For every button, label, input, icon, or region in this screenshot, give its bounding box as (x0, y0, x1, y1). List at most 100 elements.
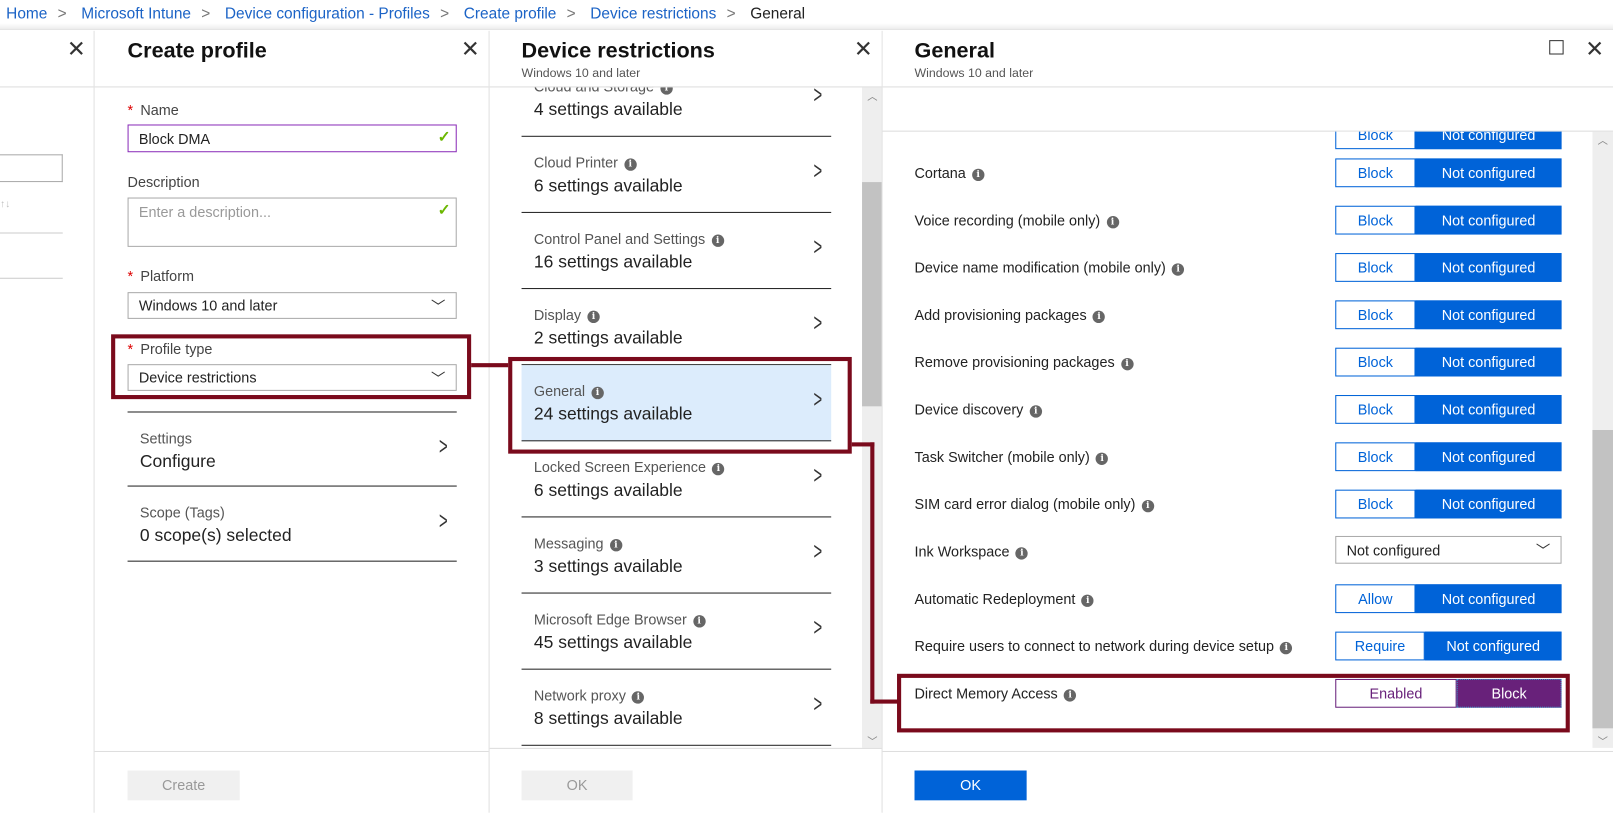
scrollbar-thumb[interactable] (862, 182, 882, 407)
toggle-option-require[interactable]: Require (1335, 631, 1425, 661)
setting-label: Device discovery i (915, 401, 1042, 418)
toggle-option-not-configured[interactable]: Not configured (1415, 442, 1562, 472)
ok-button[interactable]: OK (914, 770, 1027, 801)
maximize-icon[interactable] (1549, 40, 1564, 55)
toggle-option-allow[interactable]: Allow (1335, 584, 1416, 614)
info-icon[interactable]: i (1029, 405, 1042, 418)
toggle-option[interactable]: Block (1335, 131, 1416, 150)
scrollbar[interactable]: ︿ ﹀ (1592, 131, 1613, 748)
nav-item-cloud-and-storage[interactable]: Cloud and Storage i 4 settings available > (521, 86, 832, 137)
toggle-option-block[interactable]: Block (1335, 300, 1416, 330)
info-icon[interactable]: i (609, 539, 623, 552)
platform-select[interactable]: Windows 10 and later ﹀ (127, 292, 457, 319)
nav-item-control-panel-and-settings[interactable]: Control Panel and Settings i 16 settings a… (521, 213, 832, 290)
toggle-option-block[interactable]: Block (1335, 489, 1416, 519)
toggle-option-not-configured[interactable]: Not configured (1424, 631, 1562, 661)
info-icon[interactable]: i (1172, 263, 1185, 276)
item-name-text: Messaging (533, 534, 604, 552)
settings-row[interactable]: Settings Configure > (127, 411, 457, 487)
filter-input[interactable] (0, 154, 63, 183)
nav-item-microsoft-edge-browser[interactable]: Microsoft Edge Browser i 45 settings avail… (521, 594, 832, 670)
info-icon[interactable]: i (1280, 641, 1293, 655)
name-input[interactable]: Block DMA ✓ (127, 124, 457, 153)
item-name: Network proxy i (534, 687, 645, 704)
toggle-option-not-configured[interactable]: Not configured (1415, 584, 1562, 614)
toggle-option-not-configured[interactable]: Not configured (1415, 158, 1562, 188)
breadcrumb-create-profile[interactable]: Create profile (464, 5, 557, 22)
partial-toggle[interactable]: Block Not configured (1335, 131, 1562, 150)
setting-toggle[interactable]: Block Not configured (1335, 442, 1562, 472)
setting-toggle[interactable]: Block Not configured (1335, 253, 1562, 282)
info-icon[interactable]: i (1141, 499, 1154, 513)
ink-workspace-select[interactable]: Not configured ﹀ (1335, 535, 1562, 564)
close-icon[interactable]: ✕ (67, 38, 86, 61)
create-button[interactable]: Create (127, 770, 240, 801)
toggle-option-not-configured[interactable]: Not configured (1415, 205, 1562, 235)
check-icon: ✓ (437, 128, 451, 147)
info-icon[interactable]: i (712, 462, 725, 476)
setting-toggle[interactable]: Block Not configured (1335, 205, 1562, 235)
breadcrumb-home[interactable]: Home (6, 5, 47, 22)
item-count: 6 settings available (533, 480, 683, 500)
toggle-option-block[interactable]: Block (1335, 395, 1416, 424)
toggle-option-not-configured[interactable]: Not configured (1415, 253, 1562, 282)
close-icon[interactable]: ✕ (461, 38, 480, 61)
toggle-option-block[interactable]: Block (1335, 253, 1416, 282)
setting-toggle[interactable]: Block Not configured (1335, 347, 1562, 377)
info-icon[interactable]: i (587, 310, 600, 324)
info-icon[interactable]: i (971, 168, 985, 182)
setting-toggle[interactable]: Require Not configured (1335, 631, 1562, 661)
close-icon[interactable]: ✕ (854, 38, 873, 61)
info-icon[interactable]: i (711, 234, 724, 247)
ok-button[interactable]: OK (521, 770, 633, 801)
setting-label: Task Switcher (mobile only) i (915, 449, 1109, 465)
nav-item-messaging[interactable]: Messaging i 3 settings available > (521, 517, 832, 594)
chevron-right-icon: > (439, 433, 448, 461)
setting-label-text: Device name modification (mobile only) (914, 259, 1166, 276)
toggle-option-not-configured[interactable]: Not configured (1415, 300, 1562, 330)
sort-icon[interactable]: ↑↓ (0, 199, 10, 210)
item-count: 4 settings available (533, 99, 683, 120)
info-icon[interactable]: i (1092, 310, 1106, 324)
scrollbar-thumb[interactable] (1592, 429, 1613, 729)
toggle-option-block[interactable]: Block (1335, 442, 1416, 472)
info-icon[interactable]: i (1015, 547, 1029, 560)
item-name: Cloud and Storage i (534, 86, 673, 95)
connector-line (870, 442, 875, 704)
breadcrumb-device-restrictions[interactable]: Device restrictions (590, 5, 716, 22)
toggle-option-not-configured[interactable]: Not configured (1415, 489, 1562, 519)
item-count: 16 settings available (533, 252, 693, 272)
info-icon[interactable]: i (1120, 357, 1134, 371)
info-icon[interactable]: i (1081, 594, 1094, 607)
chevron-right-icon: > (813, 86, 823, 110)
setting-toggle[interactable]: Block Not configured (1335, 158, 1562, 188)
toggle-option-not-configured[interactable]: Not configured (1415, 395, 1562, 424)
info-icon[interactable]: i (1106, 216, 1119, 229)
blade-title: Device restrictions (521, 39, 715, 63)
create-profile-blade: Create profile ✕ * Name Block DMA ✓ Descri… (94, 30, 490, 813)
info-icon[interactable]: i (1095, 452, 1109, 465)
info-icon[interactable]: i (660, 86, 673, 95)
info-icon[interactable]: i (624, 158, 637, 171)
info-icon[interactable]: i (632, 691, 645, 704)
chevron-right-icon: > (813, 309, 823, 338)
toggle-option-block[interactable]: Block (1335, 158, 1416, 188)
toggle-option-block[interactable]: Block (1335, 205, 1416, 235)
breadcrumb-intune[interactable]: Microsoft Intune (81, 5, 191, 22)
nav-item-cloud-printer[interactable]: Cloud Printer i 6 settings available > (521, 137, 832, 213)
toggle-option[interactable]: Not configured (1415, 131, 1562, 150)
setting-toggle[interactable]: Block Not configured (1335, 489, 1562, 519)
info-icon[interactable]: i (692, 615, 706, 628)
toggle-option-not-configured[interactable]: Not configured (1415, 347, 1562, 377)
breadcrumb-profiles[interactable]: Device configuration - Profiles (225, 5, 430, 22)
close-icon[interactable]: ✕ (1585, 38, 1604, 61)
nav-item-display[interactable]: Display i 2 settings available > (521, 289, 832, 366)
nav-item-network-proxy[interactable]: Network proxy i 8 settings available > (521, 670, 832, 746)
scope-row[interactable]: Scope (Tags) 0 scope(s) selected > (127, 487, 457, 562)
toggle-option-block[interactable]: Block (1335, 347, 1416, 377)
setting-toggle[interactable]: Block Not configured (1335, 300, 1562, 330)
setting-toggle[interactable]: Block Not configured (1335, 395, 1562, 424)
setting-toggle[interactable]: Allow Not configured (1335, 584, 1562, 614)
connector-line (870, 699, 900, 704)
description-input[interactable]: Enter a description... ✓ (127, 197, 457, 247)
